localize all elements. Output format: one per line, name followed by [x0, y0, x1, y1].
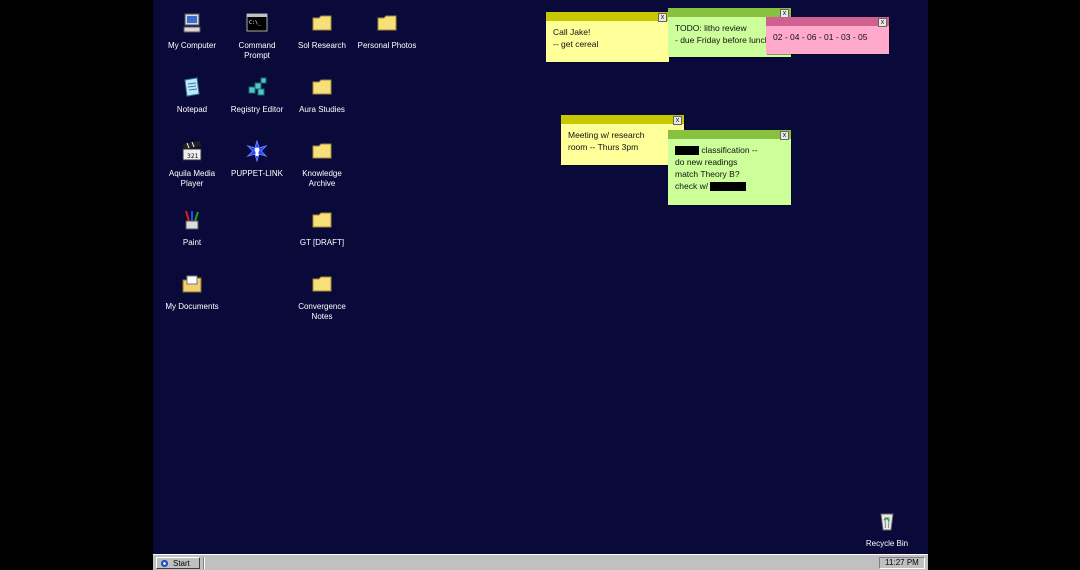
close-icon[interactable]: x: [780, 131, 789, 140]
redaction-block: [675, 146, 699, 156]
close-icon[interactable]: x: [878, 18, 887, 27]
icon-label: Aquila Media Player: [168, 169, 216, 188]
command-prompt-icon: C:\_: [246, 13, 268, 32]
icon-label: Knowledge Archive: [302, 169, 342, 188]
paint-icon: [185, 210, 199, 230]
desktop-icon-personal-photos[interactable]: Personal Photos: [355, 12, 419, 51]
note-body[interactable]: 02 - 04 - 06 - 01 - 03 - 05: [766, 26, 889, 48]
start-button[interactable]: Start: [156, 557, 200, 569]
icon-label: Aura Studies: [299, 105, 345, 114]
folder-icon: [312, 143, 332, 159]
taskbar-separator: [203, 557, 205, 569]
icon-label: PUPPET-LINK: [230, 169, 283, 178]
close-icon[interactable]: x: [658, 13, 667, 22]
note-body[interactable]: classification -- do new readings match …: [668, 139, 791, 197]
puppet-link-icon: [246, 139, 268, 163]
folder-icon: [312, 276, 332, 292]
note-title-bar[interactable]: x: [766, 17, 889, 27]
desktop: My Computer Notepad 321 Aquila Media Pla…: [153, 0, 928, 570]
desktop-icon-my-documents[interactable]: My Documents: [160, 273, 224, 312]
folder-icon: [377, 15, 397, 31]
folder-icon: [312, 79, 332, 95]
computer-icon: [183, 13, 201, 33]
start-label: Start: [173, 559, 190, 568]
recycle-bin-icon: [880, 513, 894, 531]
clapperboard-icon: 321: [182, 141, 202, 161]
note-line: Call Jake!: [553, 27, 591, 37]
icon-label: Registry Editor: [230, 105, 284, 114]
icon-label: Command Prompt: [238, 41, 276, 60]
note-title-bar[interactable]: x: [668, 130, 791, 140]
note-line: classification --: [675, 144, 784, 156]
note-title-bar[interactable]: x: [668, 8, 791, 18]
desktop-icon-my-computer[interactable]: My Computer: [160, 12, 224, 51]
note-line: room -- Thurs 3pm: [568, 142, 639, 152]
documents-folder-icon: [182, 275, 202, 293]
redaction-block: [710, 182, 747, 192]
folder-icon: [312, 212, 332, 228]
note-line: check w/: [675, 180, 784, 192]
note-line: 02 - 04 - 06 - 01 - 03 - 05: [773, 32, 868, 42]
note-line: -- get cereal: [553, 39, 599, 49]
desktop-icon-registry-editor[interactable]: Registry Editor: [225, 76, 289, 115]
icon-label: Sol Research: [297, 41, 347, 50]
sticky-note-call-jake[interactable]: x Call Jake! -- get cereal: [546, 12, 669, 62]
note-text: classification --: [701, 145, 758, 155]
desktop-icon-convergence-notes[interactable]: Convergence Notes: [290, 273, 354, 322]
note-line: do new readings: [675, 157, 738, 167]
desktop-icon-recycle-bin[interactable]: Recycle Bin: [855, 510, 919, 549]
note-body[interactable]: Call Jake! -- get cereal: [546, 21, 669, 55]
sticky-note-meeting[interactable]: x Meeting w/ research room -- Thurs 3pm: [561, 115, 684, 165]
taskbar: Start 11:27 PM: [153, 554, 928, 570]
desktop-icon-gt-draft[interactable]: GT [DRAFT]: [290, 209, 354, 248]
desktop-icon-aquila-media-player[interactable]: 321 Aquila Media Player: [160, 140, 224, 189]
close-icon[interactable]: x: [673, 116, 682, 125]
note-text: check w/: [675, 181, 709, 191]
desktop-icon-sol-research[interactable]: Sol Research: [290, 12, 354, 51]
sticky-note-numbers[interactable]: x 02 - 04 - 06 - 01 - 03 - 05: [766, 17, 889, 54]
icon-label: My Computer: [167, 41, 216, 50]
note-body[interactable]: Meeting w/ research room -- Thurs 3pm: [561, 124, 684, 158]
registry-icon: [248, 77, 267, 96]
note-title-bar[interactable]: x: [546, 12, 669, 22]
desktop-icon-notepad[interactable]: Notepad: [160, 76, 224, 115]
svg-text:C:\_: C:\_: [249, 20, 262, 26]
start-logo-icon: [160, 559, 169, 568]
desktop-icon-knowledge-archive[interactable]: Knowledge Archive: [290, 140, 354, 189]
icon-label: Recycle Bin: [865, 539, 909, 548]
icon-label: Convergence Notes: [298, 302, 346, 321]
desktop-icon-paint[interactable]: Paint: [160, 209, 224, 248]
note-title-bar[interactable]: x: [561, 115, 684, 125]
desktop-icon-puppet-link[interactable]: PUPPET-LINK: [225, 139, 289, 179]
desktop-icon-command-prompt[interactable]: C:\_ Command Prompt: [225, 12, 289, 61]
icon-label: Paint: [182, 238, 202, 247]
svg-text:321: 321: [187, 153, 199, 160]
icon-label: Notepad: [176, 105, 208, 114]
icon-label: GT [DRAFT]: [299, 238, 345, 247]
desktop-icon-aura-studies[interactable]: Aura Studies: [290, 76, 354, 115]
notepad-icon: [184, 77, 200, 97]
icon-label: Personal Photos: [357, 41, 417, 50]
note-line: match Theory B?: [675, 169, 740, 179]
system-clock[interactable]: 11:27 PM: [879, 557, 925, 569]
icon-label: My Documents: [165, 302, 219, 311]
note-line: Meeting w/ research: [568, 130, 645, 140]
sticky-note-classification[interactable]: x classification -- do new readings matc…: [668, 130, 791, 205]
folder-icon: [312, 15, 332, 31]
